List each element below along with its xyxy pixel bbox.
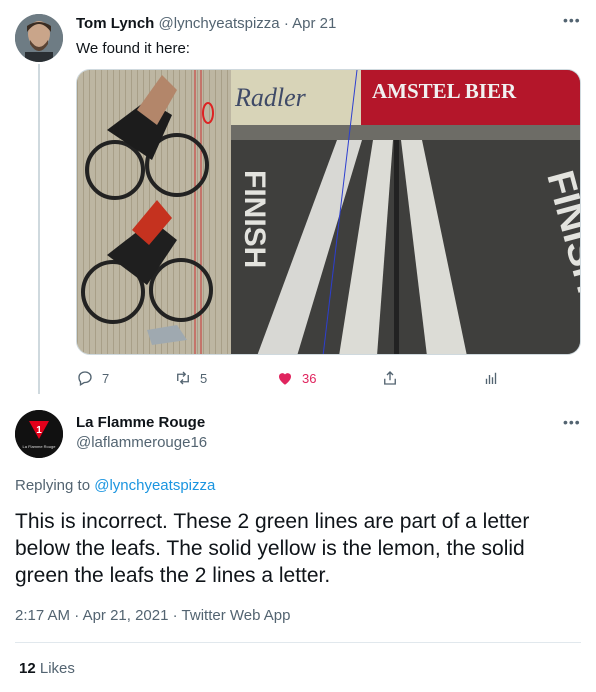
- tweet2-date[interactable]: Apr 21, 2021: [83, 607, 169, 624]
- tweet2-meta: 2:17 AM · Apr 21, 2021 · Twitter Web App: [15, 607, 291, 625]
- radler-sponsor-text: Radler: [234, 83, 307, 112]
- heart-icon: [279, 373, 291, 385]
- amstel-sponsor-text: AMSTEL BIER: [372, 79, 517, 103]
- finish-road-text-left: FINISH: [238, 170, 271, 268]
- tweet1-photo[interactable]: Radler AMSTEL BIER FINISH FINISH: [76, 69, 581, 355]
- likes-stat[interactable]: 12 Likes: [19, 660, 75, 678]
- tweet2-text: This is incorrect. These 2 green lines a…: [15, 510, 530, 587]
- like-button[interactable]: 36: [276, 368, 316, 388]
- logo-caption-text: La Flamme Rouge: [23, 444, 57, 449]
- retweet-button[interactable]: 5: [174, 368, 207, 388]
- tweet1-action-bar: 7 5 36: [76, 368, 516, 388]
- tweet2-author-handle[interactable]: @laflammerouge16: [76, 434, 207, 452]
- tweet2-source[interactable]: Twitter Web App: [182, 607, 291, 624]
- avatar-portrait: [15, 14, 63, 62]
- retweet-icon: [177, 371, 189, 385]
- analytics-icon: [485, 372, 497, 384]
- tweet1-text: We found it here:: [76, 40, 190, 57]
- tweet2-more-icon[interactable]: •••: [563, 414, 581, 430]
- photo-finish-image: Radler AMSTEL BIER FINISH FINISH: [77, 70, 580, 354]
- flamme-rouge-logo: 1 La Flamme Rouge: [15, 410, 63, 458]
- share-button[interactable]: [381, 368, 399, 388]
- tweet1-author-name[interactable]: Tom Lynch: [76, 15, 154, 32]
- reply-count: 7: [102, 370, 110, 386]
- more-icon[interactable]: •••: [563, 12, 581, 28]
- reply-button[interactable]: 7: [76, 368, 109, 388]
- replying-to-link[interactable]: @lynchyeatspizza: [94, 477, 215, 494]
- logo-mark-text: 1: [36, 425, 42, 436]
- tweet1-separator: ·: [283, 15, 289, 32]
- like-count: 36: [302, 370, 317, 386]
- stats-divider: [15, 642, 581, 643]
- tweet2-meta-dot: ·: [74, 607, 80, 624]
- tweet2-time[interactable]: 2:17 AM: [15, 607, 70, 624]
- thread-connector-line: [38, 64, 40, 394]
- tweet1-date[interactable]: Apr 21: [292, 15, 336, 32]
- retweet-count: 5: [200, 370, 208, 386]
- likes-stat-number: 12: [19, 660, 36, 677]
- reply-icon: [78, 371, 92, 386]
- analytics-button[interactable]: [482, 368, 500, 388]
- tom-lynch-avatar[interactable]: [15, 14, 63, 62]
- tweet1-header: Tom Lynch @lynchyeatspizza · Apr 21: [76, 15, 336, 33]
- share-icon: [384, 371, 396, 385]
- la-flamme-rouge-avatar[interactable]: 1 La Flamme Rouge: [15, 410, 63, 458]
- tweet1-author-handle[interactable]: @lynchyeatspizza: [159, 15, 280, 32]
- replying-to-line: Replying to @lynchyeatspizza: [15, 477, 215, 495]
- tweet2-author-name[interactable]: La Flamme Rouge: [76, 414, 205, 432]
- replying-to-label: Replying to: [15, 477, 91, 494]
- tweet2-meta-dot-2: ·: [172, 607, 178, 624]
- likes-stat-label: Likes: [39, 660, 75, 677]
